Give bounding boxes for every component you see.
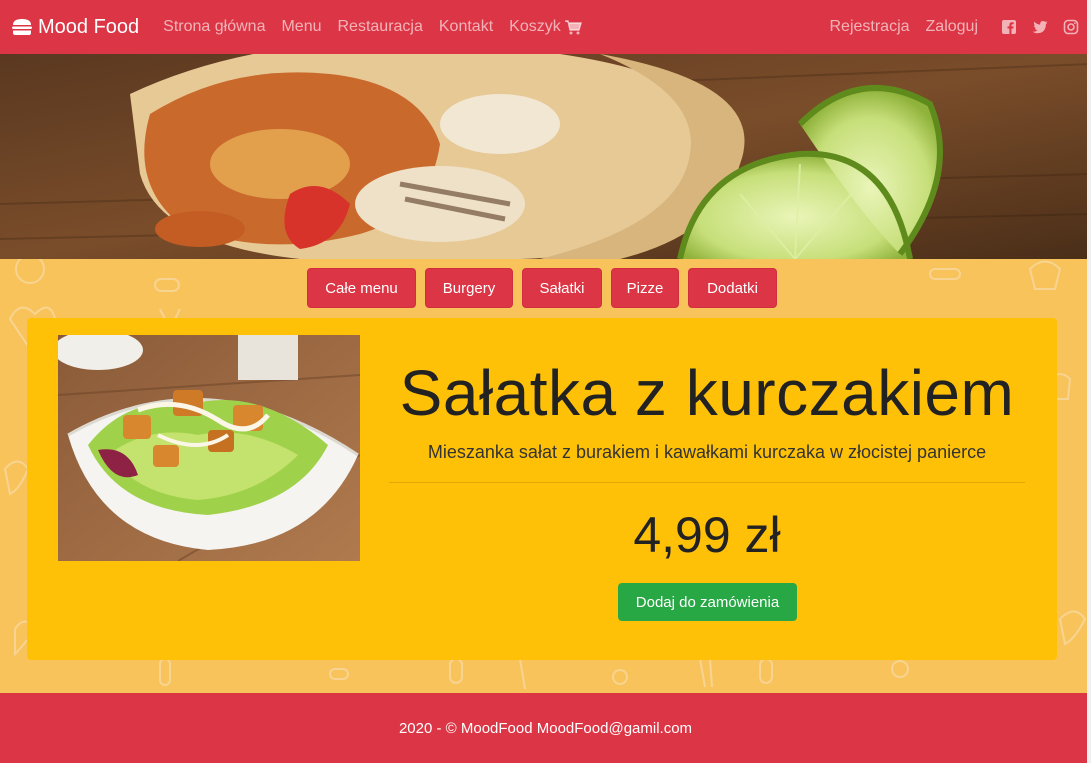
brand-name: Mood Food bbox=[38, 15, 140, 38]
add-to-order-button[interactable]: Dodaj do zamówienia bbox=[618, 583, 797, 621]
product-price: 4,99 zł bbox=[633, 507, 781, 563]
nav-link-home[interactable]: Strona główna bbox=[155, 18, 273, 36]
cart-icon bbox=[564, 19, 582, 34]
footer: 2020 - © MoodFood MoodFood@gamil.com bbox=[0, 693, 1091, 763]
brand[interactable]: Mood Food bbox=[12, 16, 139, 39]
twitter-icon[interactable] bbox=[1032, 19, 1048, 35]
category-pizzas-button[interactable]: Pizze bbox=[611, 268, 679, 308]
category-all-button[interactable]: Całe menu bbox=[307, 268, 416, 308]
category-salads-button[interactable]: Sałatki bbox=[522, 268, 602, 308]
product-description: Mieszanka sałat z burakiem i kawałkami k… bbox=[427, 442, 987, 462]
facebook-icon[interactable] bbox=[1001, 19, 1017, 35]
nav-link-cart[interactable]: Koszyk bbox=[501, 18, 590, 36]
nav-links: Strona główna Menu Restauracja Kontakt K… bbox=[155, 18, 590, 36]
footer-text: 2020 - © MoodFood MoodFood@gamil.com bbox=[398, 719, 693, 737]
nav-right: Rejestracja Zaloguj bbox=[821, 18, 1079, 36]
product-title: Sałatka z kurczakiem bbox=[399, 357, 1015, 429]
product-card: Sałatka z kurczakiem Mieszanka sałat z b… bbox=[27, 318, 1057, 660]
register-link[interactable]: Rejestracja bbox=[821, 18, 917, 36]
category-burgers-button[interactable]: Burgery bbox=[425, 268, 513, 308]
nav-link-restaurant[interactable]: Restauracja bbox=[330, 18, 431, 36]
scrollbar[interactable] bbox=[1087, 0, 1091, 763]
product-image bbox=[58, 335, 360, 561]
navbar: Mood Food Strona główna Menu Restauracja… bbox=[0, 0, 1091, 54]
nav-link-cart-label: Koszyk bbox=[509, 18, 561, 35]
instagram-icon[interactable] bbox=[1063, 19, 1079, 35]
nav-link-contact[interactable]: Kontakt bbox=[431, 18, 501, 36]
nav-link-menu[interactable]: Menu bbox=[273, 18, 329, 36]
category-extras-button[interactable]: Dodatki bbox=[688, 268, 777, 308]
login-link[interactable]: Zaloguj bbox=[918, 18, 986, 36]
category-buttons: Całe menu Burgery Sałatki Pizze Dodatki bbox=[307, 268, 786, 308]
hero-image bbox=[0, 54, 1091, 259]
burger-icon bbox=[12, 19, 32, 35]
divider bbox=[389, 482, 1025, 483]
